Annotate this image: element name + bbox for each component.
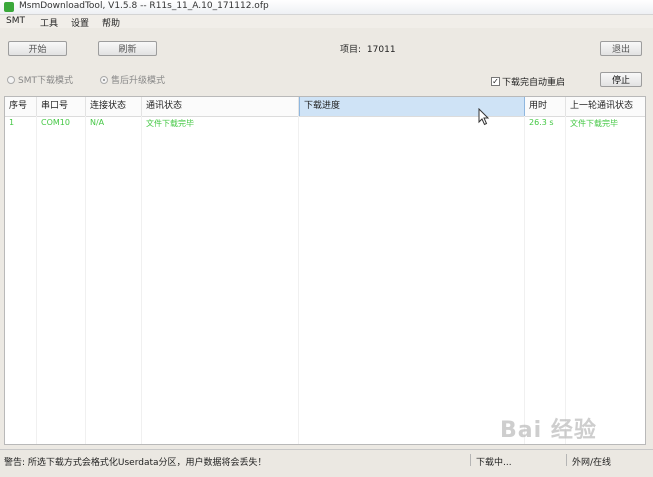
cell-time: 26.3 s: [529, 118, 554, 127]
status-bar: 警告: 所选下载方式会格式化Userdata分区，用户数据将会丢失！ 下载中..…: [0, 449, 653, 477]
menu-smt[interactable]: SMT: [6, 16, 25, 26]
warning-text: 警告: 所选下载方式会格式化Userdata分区，用户数据将会丢失！: [4, 458, 267, 468]
cell-comm: 文件下载完毕: [146, 119, 194, 128]
cell-connection: N/A: [90, 118, 105, 127]
title-bar: MsmDownloadTool, V1.5.8 -- R11s_11_A.10_…: [0, 0, 653, 15]
col-last-comm[interactable]: 上一轮通讯状态: [566, 97, 645, 116]
project-value: 17011: [366, 45, 396, 55]
smt-mode-label: SMT下载模式: [18, 76, 73, 86]
refresh-button[interactable]: 刷新: [98, 41, 157, 56]
column-divider: [141, 116, 142, 444]
column-divider: [85, 116, 86, 444]
exit-button[interactable]: 退出: [600, 41, 642, 56]
column-divider: [524, 116, 525, 444]
smt-mode-radio[interactable]: SMT下载模式: [7, 73, 73, 86]
watermark: Bai 经验: [500, 418, 597, 443]
menu-settings[interactable]: 设置: [71, 16, 89, 29]
col-time[interactable]: 用时: [525, 97, 566, 116]
status-separator: [470, 454, 471, 466]
col-index[interactable]: 序号: [5, 97, 37, 116]
cell-last-comm: 文件下载完毕: [570, 119, 618, 128]
menu-help[interactable]: 帮助: [102, 16, 120, 29]
col-connection[interactable]: 连接状态: [86, 97, 142, 116]
auto-reboot-checkbox[interactable]: ✓ 下载完自动重启: [491, 75, 565, 88]
radio-off-icon: [7, 75, 15, 84]
aftersale-mode-radio[interactable]: 售后升级模式: [100, 73, 165, 86]
table-header: 序号 串口号 连接状态 通讯状态 下载进度 用时 上一轮通讯状态: [5, 97, 645, 117]
download-state: 下载中...: [476, 458, 512, 468]
aftersale-mode-label: 售后升级模式: [111, 76, 166, 86]
window-title: MsmDownloadTool, V1.5.8 -- R11s_11_A.10_…: [19, 1, 269, 11]
stop-button[interactable]: 停止: [600, 72, 642, 87]
column-divider: [36, 116, 37, 444]
start-button[interactable]: 开始: [8, 41, 67, 56]
col-port[interactable]: 串口号: [37, 97, 86, 116]
port-table: 序号 串口号 连接状态 通讯状态 下载进度 用时 上一轮通讯状态 1 COM10…: [4, 96, 646, 445]
table-row[interactable]: 1 COM10 N/A 文件下载完毕 26.3 s 文件下载完毕: [5, 118, 645, 130]
network-state: 外网/在线: [572, 458, 612, 468]
menu-bar: SMT 工具 设置 帮助: [0, 15, 653, 29]
col-progress[interactable]: 下载进度: [299, 97, 525, 116]
checkmark-icon: ✓: [491, 77, 500, 86]
radio-on-icon: [100, 75, 108, 84]
col-comm[interactable]: 通讯状态: [142, 97, 299, 116]
status-separator: [566, 454, 567, 466]
project-info: 项目: 17011: [340, 42, 396, 55]
cell-port: COM10: [41, 118, 70, 127]
auto-reboot-label: 下载完自动重启: [502, 78, 566, 88]
column-divider: [298, 116, 299, 444]
mouse-cursor-icon: [478, 108, 490, 126]
cell-index: 1: [9, 118, 15, 127]
column-divider: [565, 116, 566, 444]
app-icon: [4, 2, 14, 12]
project-label: 项目:: [340, 45, 362, 55]
menu-tools[interactable]: 工具: [40, 16, 58, 29]
